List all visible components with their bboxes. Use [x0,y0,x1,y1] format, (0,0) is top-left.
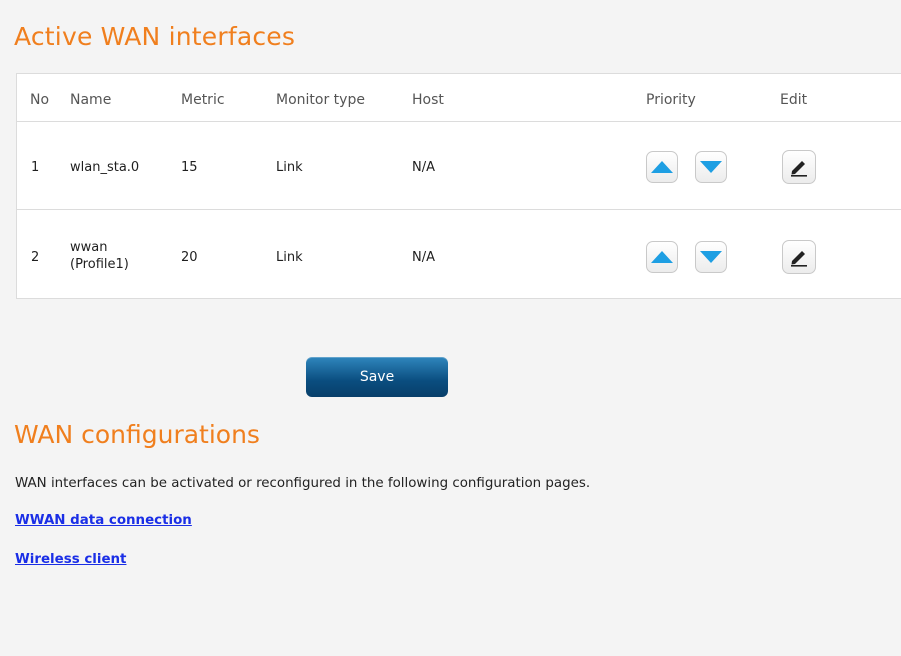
wan-config-description: WAN interfaces can be activated or recon… [15,476,591,491]
wwan-data-connection-link[interactable]: WWAN data connection [15,513,192,528]
arrow-up-icon [651,161,673,173]
col-header-no: No [30,92,50,108]
row-host: N/A [412,250,435,265]
col-header-priority: Priority [646,92,696,108]
wan-configurations-title: WAN configurations [14,420,260,449]
row-name-profile: (Profile1) [70,257,129,272]
edit-button[interactable] [782,150,816,184]
col-header-metric: Metric [181,92,225,108]
row-host: N/A [412,160,435,175]
priority-up-button[interactable] [646,241,678,273]
pencil-icon [791,161,807,177]
arrow-down-icon [700,161,722,173]
active-wan-title: Active WAN interfaces [14,22,296,51]
row-no: 1 [31,160,40,175]
row-name: wwan [70,240,108,255]
pencil-icon [791,251,807,267]
wireless-client-link[interactable]: Wireless client [15,552,126,567]
priority-up-button[interactable] [646,151,678,183]
priority-down-button[interactable] [695,241,727,273]
save-button[interactable]: Save [306,357,448,397]
arrow-up-icon [651,251,673,263]
col-header-name: Name [70,92,112,108]
row-metric: 15 [181,160,198,175]
priority-down-button[interactable] [695,151,727,183]
header-divider [17,121,901,122]
row-monitor-type: Link [276,250,303,265]
col-header-host: Host [412,92,444,108]
row-monitor-type: Link [276,160,303,175]
wan-interfaces-table: No Name Metric Monitor type Host Priorit… [16,73,901,299]
edit-button[interactable] [782,240,816,274]
col-header-edit: Edit [780,92,808,108]
row-metric: 20 [181,250,198,265]
arrow-down-icon [700,251,722,263]
row-no: 2 [31,250,40,265]
row-divider [17,209,901,210]
row-name: wlan_sta.0 [70,160,140,175]
col-header-monitor-type: Monitor type [276,92,365,108]
